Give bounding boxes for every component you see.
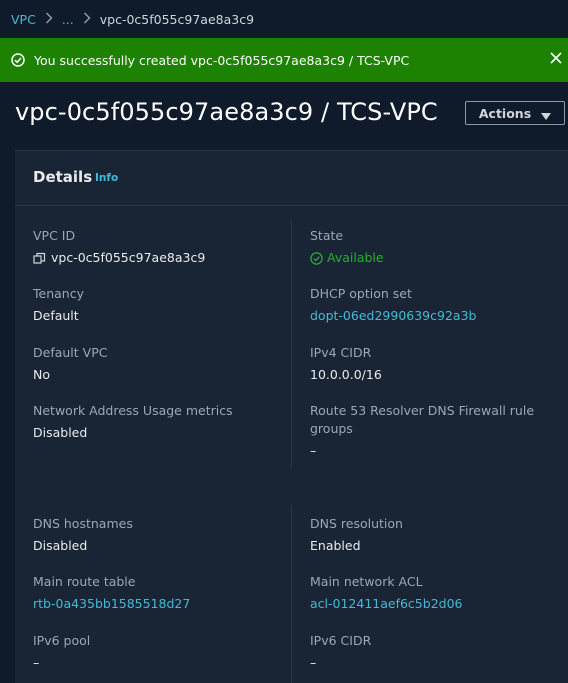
main-network-acl-label: Main network ACL — [310, 574, 423, 589]
breadcrumb-vpc-link[interactable]: VPC — [11, 12, 36, 27]
ipv4-cidr-value: 10.0.0.0/16 — [310, 367, 382, 382]
ipv6-cidr-label: IPv6 CIDR — [310, 633, 372, 648]
breadcrumb: VPC ... vpc-0c5f055c97ae8a3c9 — [0, 0, 568, 38]
close-icon[interactable] — [548, 50, 564, 66]
main-route-table-label: Main route table — [33, 574, 136, 589]
ipv6-pool-label: IPv6 pool — [33, 633, 91, 648]
caret-down-icon — [541, 109, 552, 120]
vpc-id-label: VPC ID — [33, 228, 76, 243]
ipv6-cidr-value: – — [310, 655, 317, 670]
page-header: vpc-0c5f055c97ae8a3c9 / TCS-VPC Actions — [0, 82, 568, 148]
vpc-id-field: VPC ID vpc-0c5f055c97ae8a3c9 — [33, 227, 205, 267]
main-route-table-field: Main route table rtb-0a435bb1585518d27 — [33, 573, 190, 613]
actions-button[interactable]: Actions — [465, 101, 565, 125]
copy-icon[interactable] — [33, 252, 46, 265]
dns-hostnames-field: DNS hostnames Disabled — [33, 515, 133, 555]
details-title: Details — [33, 168, 93, 186]
ipv6-cidr-field: IPv6 CIDR – — [310, 632, 371, 672]
default-vpc-label: Default VPC — [33, 345, 108, 360]
route53-value: – — [310, 443, 317, 458]
default-vpc-value: No — [33, 367, 50, 382]
dns-hostnames-label: DNS hostnames — [33, 516, 133, 531]
nau-metrics-field: Network Address Usage metrics Disabled — [33, 402, 233, 442]
tenancy-label: Tenancy — [33, 286, 84, 301]
dns-resolution-label: DNS resolution — [310, 516, 403, 531]
chevron-right-icon — [45, 11, 53, 27]
ipv6-pool-value: – — [33, 655, 40, 670]
route53-label-line2: groups — [310, 421, 353, 436]
dhcp-label: DHCP option set — [310, 286, 412, 301]
chevron-right-icon — [83, 11, 91, 27]
ipv4-cidr-field: IPv4 CIDR 10.0.0.0/16 — [310, 344, 382, 384]
main-network-acl-link[interactable]: acl-012411aef6c5b2d06 — [310, 595, 463, 613]
details-panel-header: Details Info — [15, 151, 568, 206]
actions-button-label: Actions — [478, 105, 532, 121]
breadcrumb-current: vpc-0c5f055c97ae8a3c9 — [99, 11, 255, 27]
nau-metrics-value: Disabled — [33, 425, 88, 440]
state-field: State Available — [310, 227, 384, 267]
route53-field: Route 53 Resolver DNS Firewall rule grou… — [310, 402, 534, 460]
state-value: Available — [327, 250, 384, 265]
ipv4-cidr-label: IPv4 CIDR — [310, 345, 372, 360]
default-vpc-field: Default VPC No — [33, 344, 107, 384]
status-available-icon — [310, 251, 323, 265]
dhcp-link[interactable]: dopt-06ed2990639c92a3b — [310, 307, 476, 325]
column-divider — [291, 219, 292, 469]
info-link[interactable]: Info — [95, 172, 118, 184]
main-route-table-link[interactable]: rtb-0a435bb1585518d27 — [33, 595, 190, 613]
breadcrumb-ellipsis-link[interactable]: ... — [62, 12, 74, 27]
column-divider — [291, 505, 292, 683]
nau-metrics-label: Network Address Usage metrics — [33, 403, 233, 418]
state-label: State — [310, 228, 344, 243]
vpc-id-value: vpc-0c5f055c97ae8a3c9 — [51, 250, 206, 265]
tenancy-field: Tenancy Default — [33, 285, 84, 325]
page-title: vpc-0c5f055c97ae8a3c9 / TCS-VPC — [15, 98, 438, 126]
tenancy-value: Default — [33, 308, 79, 323]
route53-label-line1: Route 53 Resolver DNS Firewall rule — [310, 403, 535, 418]
dns-resolution-field: DNS resolution Enabled — [310, 515, 403, 555]
ipv6-pool-field: IPv6 pool – — [33, 632, 90, 672]
main-network-acl-field: Main network ACL acl-012411aef6c5b2d06 — [310, 573, 463, 613]
details-panel: Details Info VPC ID vpc-0c5f055c97ae8a3c… — [15, 150, 568, 683]
dns-hostnames-value: Disabled — [33, 538, 88, 553]
success-flashbar: You successfully created vpc-0c5f055c97a… — [0, 38, 568, 82]
dhcp-field: DHCP option set dopt-06ed2990639c92a3b — [310, 285, 476, 325]
check-circle-icon — [11, 53, 25, 67]
flash-message: You successfully created vpc-0c5f055c97a… — [34, 52, 410, 68]
dns-resolution-value: Enabled — [310, 538, 361, 553]
